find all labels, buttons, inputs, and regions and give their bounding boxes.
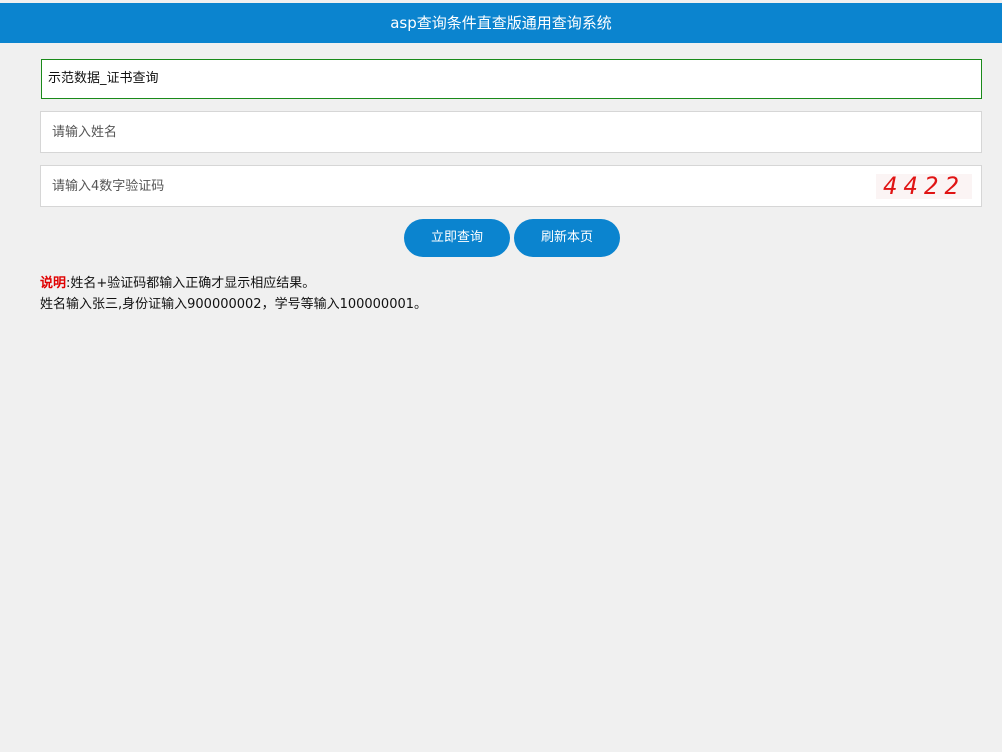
captcha-field-container: 4422 xyxy=(40,165,982,207)
query-button-label: 立即查询 xyxy=(430,230,483,245)
captcha-image[interactable]: 4422 xyxy=(876,174,972,199)
page-title: asp查询条件直查版通用查询系统 xyxy=(390,14,612,32)
table-select[interactable]: 示范数据_证书查询 xyxy=(41,59,982,99)
refresh-button-label: 刷新本页 xyxy=(540,230,593,245)
instructions-line-2: 姓名输入张三,身份证输入900000002，学号等输入100000001。 xyxy=(40,294,427,315)
instructions-line-1: 说明:姓名+验证码都输入正确才显示相应结果。 xyxy=(40,273,427,294)
name-input[interactable] xyxy=(41,112,981,152)
captcha-input[interactable] xyxy=(41,166,981,206)
instructions: 说明:姓名+验证码都输入正确才显示相应结果。 姓名输入张三,身份证输入90000… xyxy=(40,273,427,315)
query-button[interactable]: 立即查询 xyxy=(404,219,510,257)
table-select-value: 示范数据_证书查询 xyxy=(48,71,159,86)
instructions-label: 说明 xyxy=(40,276,67,291)
instructions-text-1: :姓名+验证码都输入正确才显示相应结果。 xyxy=(66,276,316,291)
captcha-code: 4422 xyxy=(883,172,965,200)
instructions-text-2: 姓名输入张三,身份证输入900000002，学号等输入100000001。 xyxy=(40,297,428,312)
name-field-container xyxy=(40,111,982,153)
refresh-button[interactable]: 刷新本页 xyxy=(514,219,620,257)
page-header: asp查询条件直查版通用查询系统 xyxy=(0,3,1002,43)
